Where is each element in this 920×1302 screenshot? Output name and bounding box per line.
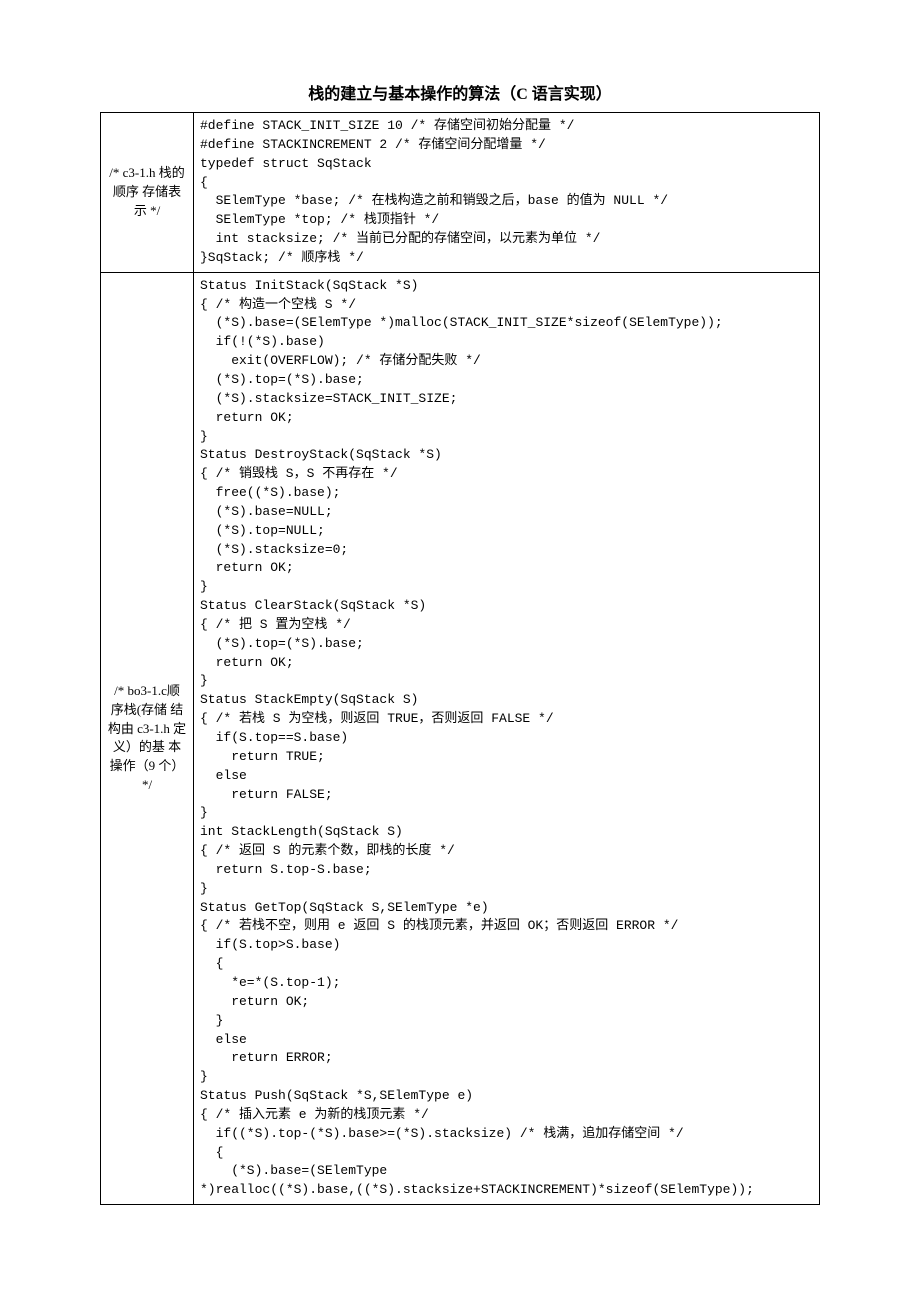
- code-table: /* c3-1.h 栈的顺序 存储表示 */ #define STACK_INI…: [100, 112, 820, 1205]
- row-code: #define STACK_INIT_SIZE 10 /* 存储空间初始分配量 …: [194, 113, 820, 273]
- table-row: /* c3-1.h 栈的顺序 存储表示 */ #define STACK_INI…: [101, 113, 820, 273]
- document-title: 栈的建立与基本操作的算法（C 语言实现）: [100, 80, 820, 104]
- row-label: /* c3-1.h 栈的顺序 存储表示 */: [101, 113, 194, 273]
- row-code: Status InitStack(SqStack *S) { /* 构造一个空栈…: [194, 272, 820, 1204]
- row-label: /* bo3-1.c顺 序栈(存储 结构由 c3-1.h 定 义）的基 本操作（…: [101, 272, 194, 1204]
- table-row: /* bo3-1.c顺 序栈(存储 结构由 c3-1.h 定 义）的基 本操作（…: [101, 272, 820, 1204]
- page: 栈的建立与基本操作的算法（C 语言实现） /* c3-1.h 栈的顺序 存储表示…: [0, 0, 920, 1302]
